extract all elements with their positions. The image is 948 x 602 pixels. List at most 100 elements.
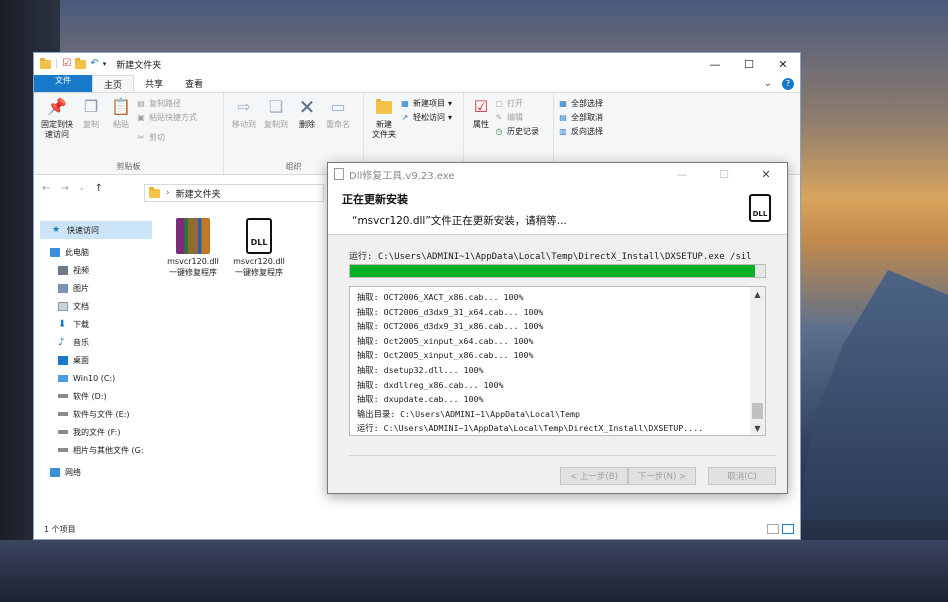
undo-icon[interactable]: ↶ — [90, 59, 98, 69]
close-button[interactable]: ✕ — [766, 53, 800, 75]
file-item[interactable]: DLL msvcr120.dll 一键修复程序 — [230, 218, 288, 278]
quick-access-toolbar: | ☑ ↶ ▾ — [40, 57, 107, 69]
computer-icon — [50, 247, 60, 257]
help-icon[interactable]: ? — [782, 77, 794, 90]
nav-desktop[interactable]: 桌面 — [34, 351, 158, 369]
back-arrow-icon[interactable]: ← — [42, 183, 50, 194]
new-folder-label: 新建 文件夹 — [372, 120, 396, 139]
scissors-icon: ✂ — [137, 133, 145, 142]
item-count: 1 个项目 — [44, 524, 76, 534]
minimize-button[interactable]: — — [698, 53, 732, 75]
history-label: 历史记录 — [507, 127, 539, 136]
nav-documents[interactable]: 文档 — [34, 297, 158, 315]
paste-shortcut-label: 粘贴快捷方式 — [149, 113, 197, 122]
video-icon — [58, 265, 68, 275]
recent-dropdown-icon[interactable]: ⌄ — [79, 184, 85, 192]
log-line: 输出目录: C:\Users\ADMINI~1\AppData\Local\Te… — [357, 408, 581, 419]
scroll-down-icon[interactable]: ▼ — [750, 421, 765, 435]
cancel-button[interactable]: 取消(C) — [708, 467, 776, 485]
delete-x-icon: ✕ — [298, 95, 316, 119]
nav-videos[interactable]: 视频 — [34, 261, 158, 279]
log-scrollbar[interactable]: ▲ ▼ — [750, 287, 765, 435]
paste-icon: 📋 — [111, 97, 131, 116]
dialog-close-button[interactable]: ✕ — [745, 163, 787, 185]
forward-arrow-icon[interactable]: → — [60, 183, 68, 194]
nav-label: 图片 — [73, 283, 89, 293]
open-icon: ▢ — [495, 99, 503, 108]
nav-drive-e[interactable]: 软件与文件 (E:) — [34, 405, 158, 423]
tab-share[interactable]: 共享 — [134, 75, 174, 92]
new-folder-icon[interactable] — [75, 57, 87, 69]
cut-button[interactable]: ✂ 剪切 — [136, 132, 197, 143]
new-folder-large-icon — [373, 96, 395, 118]
log-line: 抽取: dxdllreg_x86.cab... 100% — [357, 379, 504, 390]
scroll-thumb[interactable] — [752, 403, 763, 419]
dropdown-icon: ▾ — [448, 99, 453, 108]
desktop-wallpaper-ground — [0, 540, 948, 602]
drive-icon — [58, 448, 68, 452]
history-button[interactable]: ◷ 历史记录 — [494, 126, 540, 137]
copy-path-button[interactable]: ▤ 复制路径 — [136, 98, 197, 109]
nav-pictures[interactable]: 图片 — [34, 279, 158, 297]
nav-network[interactable]: 网络 — [34, 463, 158, 481]
nav-drive-f[interactable]: 我的文件 (F:) — [34, 423, 158, 441]
file-list: msvcr120.dll 一键修复程序 DLL msvcr120.dll 一键修… — [164, 218, 288, 278]
back-button[interactable]: < 上一步(B) — [560, 467, 628, 485]
up-arrow-icon[interactable]: ↑ — [95, 183, 103, 194]
dialog-heading: 正在更新安装 — [342, 193, 408, 206]
dialog-title: Dll修复工具.v9.23.exe — [349, 170, 455, 182]
nav-drive-g[interactable]: 相片与其他文件 (G: — [34, 441, 158, 459]
select-none-icon: ▤ — [559, 113, 567, 122]
tab-home[interactable]: 主页 — [92, 75, 135, 92]
install-log[interactable]: 抽取: OCT2006_XACT_x86.cab... 100% 抽取: OCT2… — [349, 286, 766, 436]
address-bar[interactable]: › 新建文件夹 — [144, 184, 324, 202]
nav-this-pc[interactable]: 此电脑 — [34, 243, 158, 261]
log-lines: 抽取: OCT2006_XACT_x86.cab... 100% 抽取: OCT2… — [350, 287, 746, 435]
nav-label: Win10 (C:) — [73, 373, 116, 383]
nav-quick-access[interactable]: ★ 快速访问 — [40, 221, 152, 239]
copy-to-icon: ❏ — [268, 97, 284, 116]
nav-downloads[interactable]: ⬇ 下载 — [34, 315, 158, 333]
nav-music[interactable]: ♪ 音乐 — [34, 333, 158, 351]
open-label: 打开 — [507, 99, 523, 108]
details-view-icon[interactable] — [767, 524, 779, 534]
new-item-button[interactable]: ▦ 新建项目 ▾ — [400, 98, 452, 109]
collapse-ribbon-icon[interactable]: ⌄ — [764, 78, 772, 89]
select-all-icon: ▦ — [559, 99, 567, 108]
file-item[interactable]: msvcr120.dll 一键修复程序 — [164, 218, 222, 278]
move-to-label: 移动到 — [232, 120, 256, 129]
invert-selection-button[interactable]: ▥ 反向选择 — [558, 126, 603, 137]
picture-icon — [58, 283, 68, 293]
large-icons-view-icon[interactable] — [782, 524, 794, 534]
log-line: 抽取: OCT2006_d3dx9_31_x86.cab... 100% — [357, 321, 544, 332]
dialog-minimize-button[interactable]: — — [661, 163, 703, 185]
pin-label: 固定到快 速访问 — [41, 120, 73, 139]
nav-label: 音乐 — [73, 337, 89, 347]
dll-repair-dialog: Dll修复工具.v9.23.exe — ☐ ✕ 正在更新安装 “msvcr120… — [327, 162, 788, 494]
paste-shortcut-button[interactable]: ▣ 粘贴快捷方式 — [136, 112, 197, 123]
select-none-label: 全部取消 — [571, 113, 603, 122]
maximize-button[interactable]: ☐ — [732, 53, 766, 75]
properties-label: 属性 — [473, 120, 489, 129]
next-button[interactable]: 下一步(N) > — [628, 467, 696, 485]
app-icon — [334, 168, 344, 180]
log-line: 抽取: dxupdate.cab... 100% — [357, 394, 484, 405]
properties-icon[interactable]: ☑ — [62, 59, 71, 69]
select-none-button[interactable]: ▤ 全部取消 — [558, 112, 603, 123]
nav-label: 视频 — [73, 265, 89, 275]
tab-file[interactable]: 文件 — [34, 75, 92, 92]
easy-access-button[interactable]: ↗ 轻松访问 ▾ — [400, 112, 452, 123]
navigation-pane: ★ 快速访问 此电脑 视频 图片 文档 ⬇ 下载 ♪ 音乐 桌面 Win10 (C:)… — [34, 213, 158, 519]
scroll-up-icon[interactable]: ▲ — [750, 287, 765, 301]
open-button[interactable]: ▢ 打开 — [494, 98, 539, 109]
nav-drive-d[interactable]: 软件 (D:) — [34, 387, 158, 405]
copy-to-label: 复制到 — [264, 120, 288, 129]
edit-button[interactable]: ✎ 编辑 — [494, 112, 539, 123]
customize-toolbar-icon[interactable]: ▾ — [103, 59, 107, 69]
nav-drive-c[interactable]: Win10 (C:) — [34, 369, 158, 387]
tab-view[interactable]: 查看 — [174, 75, 214, 92]
cut-label: 剪切 — [149, 133, 165, 142]
log-line: 抽取: dsetup32.dll... 100% — [357, 364, 484, 375]
select-all-button[interactable]: ▦ 全部选择 — [558, 98, 603, 109]
new-item-label: 新建项目 — [413, 99, 445, 108]
